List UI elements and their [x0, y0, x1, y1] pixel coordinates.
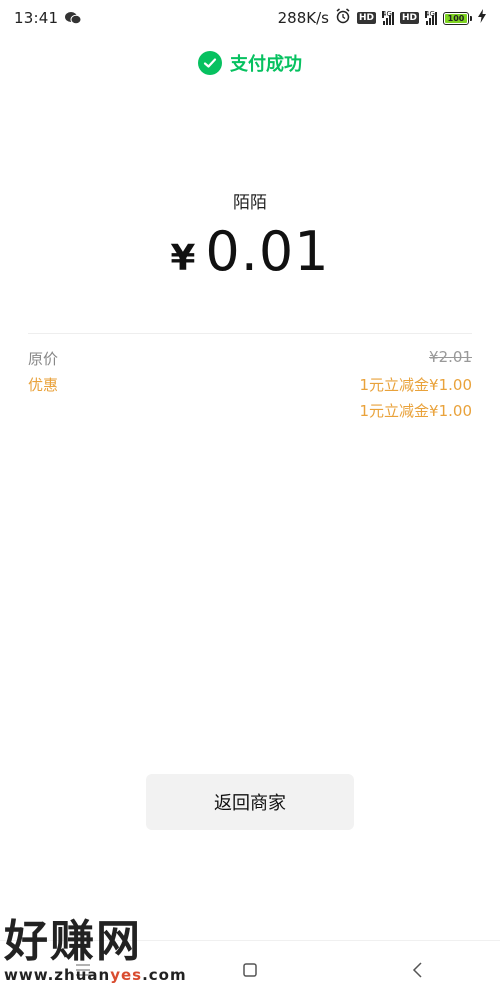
merchant-name: 陌陌	[233, 193, 267, 213]
home-icon[interactable]	[230, 950, 270, 990]
currency-symbol: ¥	[170, 238, 196, 279]
battery-level: 100	[445, 13, 467, 23]
discount-label: 优惠	[28, 376, 59, 394]
watermark-url-suffix: .com	[142, 966, 187, 984]
watermark-url-highlight: yes	[110, 966, 143, 984]
discount-item: 1元立减金¥1.00	[359, 402, 473, 420]
alarm-icon	[335, 8, 351, 28]
status-right: 288K/s HD 4G HD 4G 100	[278, 8, 486, 28]
wechat-notification-icon	[64, 11, 82, 25]
payment-success-header: 支付成功	[0, 50, 500, 76]
watermark-title: 好赚网	[4, 916, 142, 967]
success-check-icon	[198, 51, 222, 75]
return-to-merchant-button[interactable]: 返回商家	[146, 774, 354, 830]
status-bar: 13:41 288K/s HD 4G HD 4G 100	[0, 0, 500, 36]
network-type-2: 4G	[425, 10, 435, 18]
hd-badge-2: HD	[399, 12, 419, 24]
original-price-value: ¥2.01	[429, 348, 472, 366]
network-speed: 288K/s	[277, 9, 329, 27]
divider	[28, 333, 472, 334]
success-text: 支付成功	[230, 54, 302, 75]
discount-row: 优惠 1元立减金¥1.00	[28, 374, 472, 395]
original-price-label: 原价	[28, 350, 59, 368]
back-icon[interactable]	[397, 950, 437, 990]
discount-row-2: 1元立减金¥1.00	[28, 400, 473, 421]
signal-icon-2: 4G	[425, 11, 437, 25]
watermark-url-prefix: www.zhuan	[4, 966, 111, 984]
watermark: 好赚网 www.zhuanyes.com	[4, 916, 194, 985]
status-left: 13:41	[14, 9, 82, 27]
hd-badge-1: HD	[356, 12, 376, 24]
original-price-row: 原价 ¥2.01	[28, 348, 472, 369]
signal-icon-1: 4G	[381, 10, 394, 25]
payment-amount: ¥ 0.01	[0, 220, 500, 283]
amount-value: 0.01	[205, 220, 330, 283]
charging-icon	[478, 9, 486, 27]
network-type-1: 4G	[381, 10, 392, 18]
watermark-url: www.zhuanyes.com	[4, 966, 194, 984]
status-time: 13:41	[14, 9, 59, 27]
battery-icon: 100	[443, 11, 472, 25]
discount-item: 1元立减金¥1.00	[359, 376, 473, 394]
